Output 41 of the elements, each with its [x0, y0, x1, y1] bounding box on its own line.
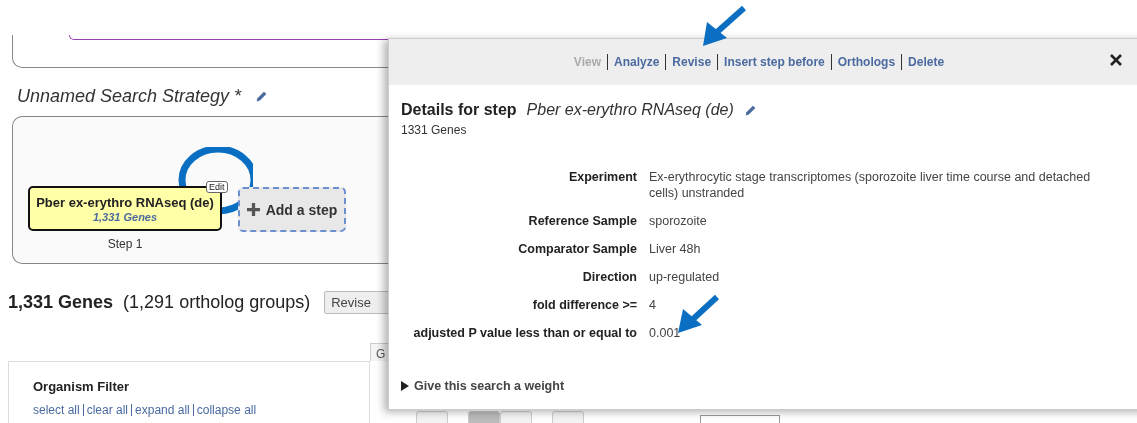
- edit-tag[interactable]: Edit: [206, 181, 228, 193]
- plus-icon: [246, 203, 260, 216]
- add-step-button[interactable]: Add a step: [238, 187, 346, 232]
- param-value: Liver 48h: [649, 241, 702, 257]
- param-label: Experiment: [567, 169, 637, 186]
- action-link[interactable]: Analyze: [607, 54, 666, 70]
- triangle-icon: [401, 381, 409, 391]
- filter-link[interactable]: select all: [33, 404, 83, 416]
- action-link[interactable]: Orthologs: [830, 54, 902, 70]
- close-button[interactable]: [1109, 54, 1123, 68]
- weight-toggle[interactable]: Give this search a weight: [401, 379, 565, 393]
- step-count: 1331 Genes: [401, 123, 468, 137]
- close-icon: [1110, 54, 1122, 66]
- param-value: Ex-erythrocytic stage transcriptomes (sporozoite liver time course and detached cells) unstranded: [649, 169, 1092, 201]
- step-name: Pber ex-erythro RNAseq (de): [36, 194, 214, 210]
- filter-link[interactable]: collapse all: [192, 404, 260, 416]
- param-value: up-regulated: [649, 269, 721, 285]
- filter-title: Organism Filter: [33, 379, 131, 394]
- results-tab[interactable]: G: [370, 343, 390, 361]
- param-label: fold difference >=: [531, 297, 637, 313]
- param-value: 4: [649, 297, 657, 313]
- param-label: Reference Sample: [527, 213, 637, 229]
- param-label: Comparator Sample: [517, 241, 637, 257]
- arrow-annotation: [703, 5, 746, 46]
- step-label: Step 1: [107, 237, 143, 251]
- details-title: Details for step: [401, 101, 517, 119]
- param-value: sporozoite: [649, 213, 708, 229]
- filter-link[interactable]: expand all: [131, 404, 193, 416]
- param-label: Direction: [581, 269, 637, 285]
- action-link[interactable]: Insert step before: [717, 54, 831, 70]
- step-count: 1,331 Genes: [92, 210, 158, 223]
- step-name: Pber ex-erythro RNAseq (de): [526, 101, 734, 119]
- param-value: 0.001: [649, 325, 682, 341]
- arrow-annotation: [678, 294, 720, 333]
- param-label: adjusted P value less than or equal to: [412, 325, 637, 341]
- action-link[interactable]: Delete: [901, 54, 951, 70]
- action-link[interactable]: Revise: [665, 54, 718, 70]
- result-count: 1,331 Genes (1,291 ortholog groups): [8, 291, 311, 313]
- filter-link[interactable]: clear all: [82, 404, 132, 416]
- strategy-title: Unnamed Search Strategy *: [17, 85, 242, 107]
- pencil-icon[interactable]: [255, 89, 269, 103]
